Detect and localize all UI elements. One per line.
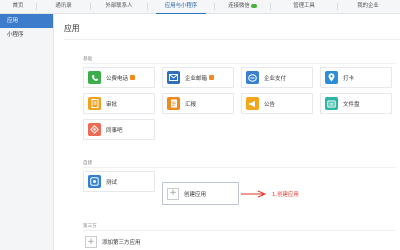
app-card-mail[interactable]: 企业邮箱 (162, 67, 234, 88)
file-icon (325, 97, 338, 110)
page-title: 应用 (64, 24, 80, 33)
app-card-phone[interactable]: 公费电话 (83, 67, 155, 88)
app-name: 测试 (106, 179, 118, 186)
phone-icon (88, 71, 101, 84)
tab-contacts[interactable]: 通讯录 (37, 0, 90, 13)
plus-icon: + (167, 187, 179, 200)
app-card-file-drive[interactable]: 文件盘 (320, 93, 392, 114)
app-name: 审批 (106, 101, 118, 108)
main-content: 应用 基础 公费电话 企业邮箱 企业支付 打卡 审批 汇报 公告 文件盘 同事吧… (54, 14, 400, 250)
app-card-checkin[interactable]: 打卡 (320, 67, 392, 88)
divider (64, 39, 400, 40)
app-card-test[interactable]: 测试 (83, 171, 155, 192)
location-icon (325, 71, 338, 84)
app-name: 汇报 (185, 101, 197, 108)
app-name: 打卡 (343, 75, 355, 82)
plus-icon: + (85, 236, 97, 248)
colleague-icon (88, 123, 101, 136)
approval-icon (88, 97, 101, 110)
app-card-report[interactable]: 汇报 (162, 93, 234, 114)
top-nav: 首页 通讯录 外部联系人 应用与小程序 连接微信 管理工具 我的企业 (0, 0, 400, 14)
section-label-custom: 自建 (83, 161, 93, 166)
divider (83, 230, 396, 231)
tab-my-company[interactable]: 我的企业 (338, 0, 398, 13)
add-third-party-label: 添加第三方应用 (102, 240, 141, 246)
annotation-arrow-icon (241, 190, 267, 198)
tab-apps[interactable]: 应用与小程序 (148, 0, 214, 14)
app-card-announcement[interactable]: 公告 (241, 93, 313, 114)
payment-icon (246, 71, 259, 84)
wechat-icon (250, 3, 257, 8)
app-name: 企业邮箱 (185, 75, 208, 82)
section-label-third-party: 第三方 (83, 224, 97, 229)
section-label-basic: 基础 (83, 57, 93, 62)
sidebar: 应用 小程序 (0, 14, 54, 250)
report-icon (167, 97, 180, 110)
tab-home[interactable]: 首页 (0, 0, 36, 13)
mail-icon (167, 71, 180, 84)
app-card-colleague[interactable]: 同事吧 (83, 119, 155, 140)
badge-icon (130, 75, 136, 80)
app-name: 公费电话 (106, 75, 129, 82)
tab-management-tools[interactable]: 管理工具 (271, 0, 337, 13)
divider (83, 63, 396, 64)
create-app-button[interactable]: + 创建应用 (162, 182, 239, 205)
create-app-label: 创建应用 (184, 191, 207, 198)
divider (83, 167, 396, 168)
tab-external-contacts[interactable]: 外部联系人 (91, 0, 147, 13)
app-card-payment[interactable]: 企业支付 (241, 67, 313, 88)
app-name: 文件盘 (343, 101, 360, 108)
sidebar-item-mini-programs[interactable]: 小程序 (0, 28, 53, 42)
annotation-label: 1.创建应用 (272, 192, 299, 198)
add-third-party-button[interactable]: + 添加第三方应用 (85, 236, 141, 248)
sidebar-item-apps[interactable]: 应用 (0, 14, 53, 28)
app-card-approval[interactable]: 审批 (83, 93, 155, 114)
megaphone-icon (246, 97, 259, 110)
tab-connect-wechat-label: 连接微信 (228, 3, 250, 9)
tab-connect-wechat[interactable]: 连接微信 (215, 0, 270, 13)
app-name: 公告 (264, 101, 276, 108)
test-app-icon (88, 175, 101, 188)
app-name: 同事吧 (106, 127, 123, 134)
badge-icon (209, 75, 215, 80)
app-name: 企业支付 (264, 75, 287, 82)
